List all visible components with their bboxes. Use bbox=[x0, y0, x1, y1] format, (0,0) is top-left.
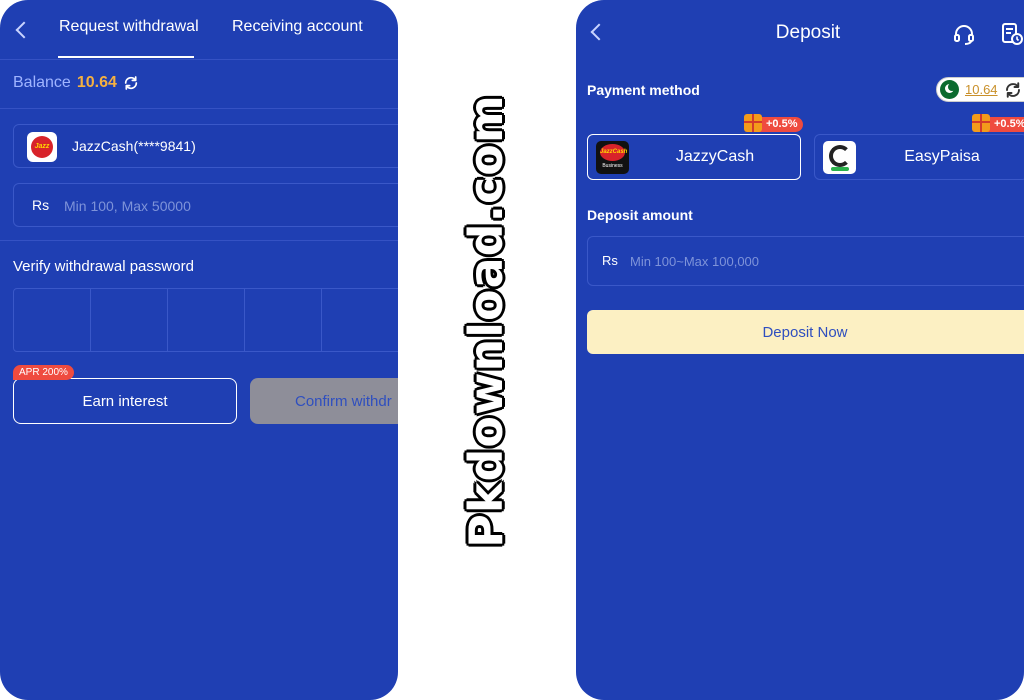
deposit-now-button[interactable]: Deposit Now bbox=[587, 310, 1024, 354]
balance-label: Balance bbox=[13, 74, 71, 91]
balance-pill: 10.64 bbox=[936, 77, 1024, 102]
divider bbox=[0, 108, 398, 109]
deposit-screen: Deposit Payment method 10.64 +0.5% JazzC… bbox=[576, 0, 1024, 700]
bonus-badge: +0.5% bbox=[972, 114, 1024, 132]
tab-request-withdrawal[interactable]: Request withdrawal bbox=[59, 18, 199, 36]
withdrawal-header: Request withdrawal Receiving account bbox=[0, 0, 398, 60]
method-name: EasyPaisa bbox=[904, 148, 980, 165]
currency-label: Rs bbox=[602, 253, 618, 268]
watermark: Pkdownload.com bbox=[459, 71, 513, 571]
back-chevron-icon[interactable] bbox=[15, 21, 33, 39]
deposit-amount-input[interactable] bbox=[630, 251, 930, 271]
deposit-amount-field[interactable]: Rs bbox=[587, 236, 1024, 286]
deposit-history-icon[interactable] bbox=[1000, 22, 1024, 46]
password-digit-cell[interactable] bbox=[91, 289, 168, 351]
divider bbox=[0, 240, 398, 241]
easypaisa-logo-icon bbox=[823, 141, 856, 174]
receiving-account-select[interactable]: Jazz JazzCash(****9841) bbox=[13, 124, 398, 168]
withdrawal-screen: Request withdrawal Receiving account Bal… bbox=[0, 0, 398, 700]
withdraw-amount-input[interactable] bbox=[64, 196, 364, 216]
balance-value: 10.64 bbox=[965, 82, 998, 97]
currency-label: Rs bbox=[32, 197, 50, 213]
pakistan-flag-icon bbox=[940, 80, 959, 99]
earn-interest-button[interactable]: Earn interest bbox=[13, 378, 237, 424]
payment-method-label: Payment method bbox=[587, 82, 700, 98]
jazzcash-business-logo-icon: JazzCash Business bbox=[596, 141, 629, 174]
deposit-amount-label: Deposit amount bbox=[587, 207, 693, 223]
payment-method-easypaisa[interactable]: EasyPaisa bbox=[814, 134, 1024, 180]
verify-password-label: Verify withdrawal password bbox=[13, 258, 194, 275]
jazzcash-logo-icon: Jazz bbox=[27, 132, 57, 162]
apr-badge: APR 200% bbox=[13, 365, 74, 380]
watermark-text: Pkdownload.com bbox=[459, 94, 513, 548]
password-digit-cell[interactable] bbox=[245, 289, 322, 351]
password-digit-cell[interactable] bbox=[14, 289, 91, 351]
password-input-group[interactable] bbox=[13, 288, 398, 352]
gift-icon bbox=[972, 114, 990, 132]
tab-receiving-account[interactable]: Receiving account bbox=[232, 18, 363, 36]
gift-icon bbox=[744, 114, 762, 132]
account-text: JazzCash(****9841) bbox=[72, 138, 196, 154]
withdraw-amount-field[interactable]: Rs bbox=[13, 183, 398, 227]
refresh-icon[interactable] bbox=[1004, 81, 1022, 99]
refresh-icon[interactable] bbox=[123, 75, 139, 91]
method-name: JazzyCash bbox=[675, 148, 755, 165]
balance-value: 10.64 bbox=[76, 74, 117, 91]
password-digit-cell[interactable] bbox=[168, 289, 245, 351]
customer-service-headset-icon[interactable] bbox=[952, 22, 976, 46]
active-tab-indicator bbox=[58, 56, 194, 58]
balance-row: Balance 10.64 bbox=[13, 74, 139, 92]
password-digit-cell[interactable] bbox=[322, 289, 398, 351]
bonus-badge: +0.5% bbox=[744, 114, 803, 132]
confirm-withdrawal-button[interactable]: Confirm withdr bbox=[250, 378, 398, 424]
payment-method-jazzycash[interactable]: JazzCash Business JazzyCash bbox=[587, 134, 801, 180]
